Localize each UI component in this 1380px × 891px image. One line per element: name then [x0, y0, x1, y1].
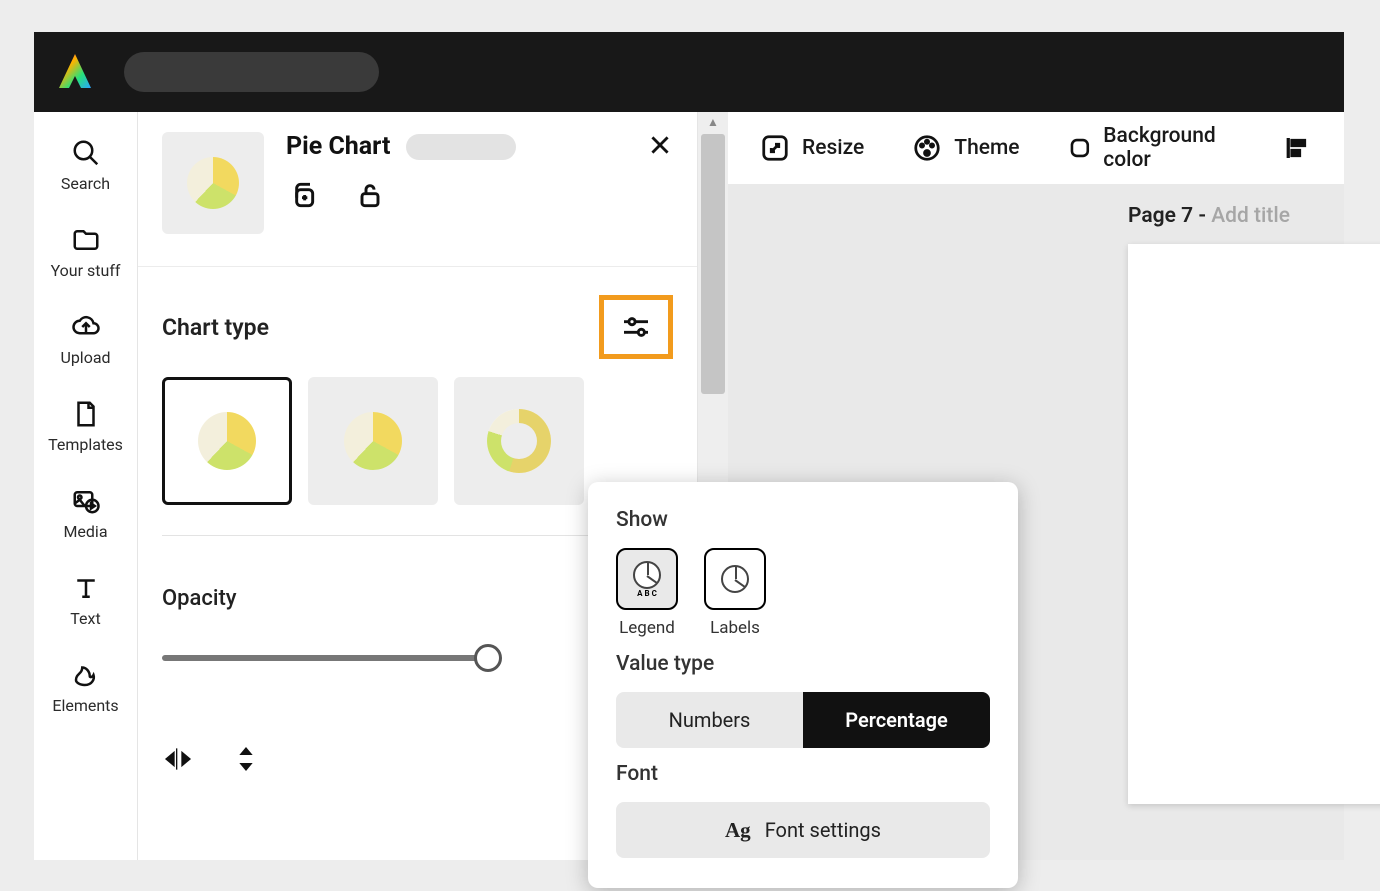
value-type-segmented: Numbers Percentage [616, 692, 990, 748]
show-labels-label: Labels [710, 618, 760, 638]
sidebar-item-label: Media [63, 522, 107, 541]
chart-type-section: Chart type [138, 267, 697, 505]
sidebar-item-label: Search [61, 174, 110, 193]
sidebar-item-text[interactable]: Text [34, 563, 137, 638]
show-labels-toggle[interactable] [704, 548, 766, 610]
sidebar-item-label: Templates [48, 435, 123, 454]
flip-vertical-icon[interactable] [230, 743, 262, 779]
popover-heading-font: Font [616, 762, 990, 786]
opacity-slider[interactable] [162, 655, 488, 661]
font-settings-button[interactable]: Ag Font settings [616, 802, 990, 858]
scroll-up-icon[interactable]: ▲ [698, 115, 728, 129]
opacity-slider-thumb[interactable] [474, 644, 502, 672]
app-window: Search Your stuff Upload Templates Media… [34, 32, 1344, 860]
chart-type-option-pie-labeled[interactable] [308, 377, 438, 505]
font-glyph-icon: Ag [725, 818, 751, 843]
font-settings-label: Font settings [765, 818, 881, 842]
chart-type-option-donut[interactable] [454, 377, 584, 505]
page-title-placeholder: Add title [1211, 204, 1290, 228]
show-legend-toggle[interactable]: A B C [616, 548, 678, 610]
page-canvas[interactable] [1128, 244, 1380, 804]
sidebar-item-label: Elements [52, 696, 118, 715]
chart-settings-button[interactable] [599, 295, 673, 359]
top-bar [34, 32, 1344, 112]
sidebar-item-media[interactable]: Media [34, 476, 137, 551]
show-legend-label: Legend [619, 618, 675, 638]
duplicate-icon[interactable] [286, 179, 318, 215]
sidebar-item-your-stuff[interactable]: Your stuff [34, 215, 137, 290]
close-icon[interactable] [647, 132, 673, 162]
app-logo-icon[interactable] [54, 51, 96, 93]
popover-heading-value-type: Value type [616, 652, 990, 676]
resize-button[interactable]: Resize [760, 133, 864, 163]
flip-horizontal-icon[interactable] [162, 743, 194, 779]
sidebar-item-upload[interactable]: Upload [34, 302, 137, 377]
align-button[interactable] [1282, 133, 1312, 163]
chart-settings-popover: Show A B C Legend Labels Value type [588, 482, 1018, 888]
sidebar-item-elements[interactable]: Elements [34, 650, 137, 725]
left-sidebar: Search Your stuff Upload Templates Media… [34, 112, 138, 860]
background-color-button[interactable]: Background color [1068, 124, 1234, 172]
chart-type-option-pie[interactable] [162, 377, 292, 505]
canvas-toolbar: Resize Theme Background color [728, 112, 1344, 184]
bgcolor-label: Background color [1103, 124, 1234, 172]
scroll-thumb[interactable] [701, 134, 725, 394]
page-number: Page 7 - [1128, 204, 1211, 228]
sidebar-item-label: Your stuff [51, 261, 121, 280]
theme-button[interactable]: Theme [912, 133, 1019, 163]
sidebar-item-search[interactable]: Search [34, 128, 137, 203]
panel-header: Pie Chart [138, 112, 697, 267]
chart-thumbnail [162, 132, 264, 234]
title-placeholder [406, 134, 516, 160]
sidebar-item-label: Text [70, 609, 100, 628]
resize-label: Resize [802, 136, 864, 160]
value-type-percentage[interactable]: Percentage [803, 692, 990, 748]
section-heading-chart-type: Chart type [162, 314, 269, 341]
sidebar-item-templates[interactable]: Templates [34, 389, 137, 464]
topbar-placeholder [124, 52, 379, 92]
popover-heading-show: Show [616, 508, 990, 532]
theme-label: Theme [954, 136, 1019, 160]
page-label[interactable]: Page 7 - Add title [1128, 204, 1290, 228]
unlock-icon[interactable] [354, 179, 386, 215]
panel-title: Pie Chart [286, 132, 390, 161]
value-type-numbers[interactable]: Numbers [616, 692, 803, 748]
sidebar-item-label: Upload [60, 348, 110, 367]
